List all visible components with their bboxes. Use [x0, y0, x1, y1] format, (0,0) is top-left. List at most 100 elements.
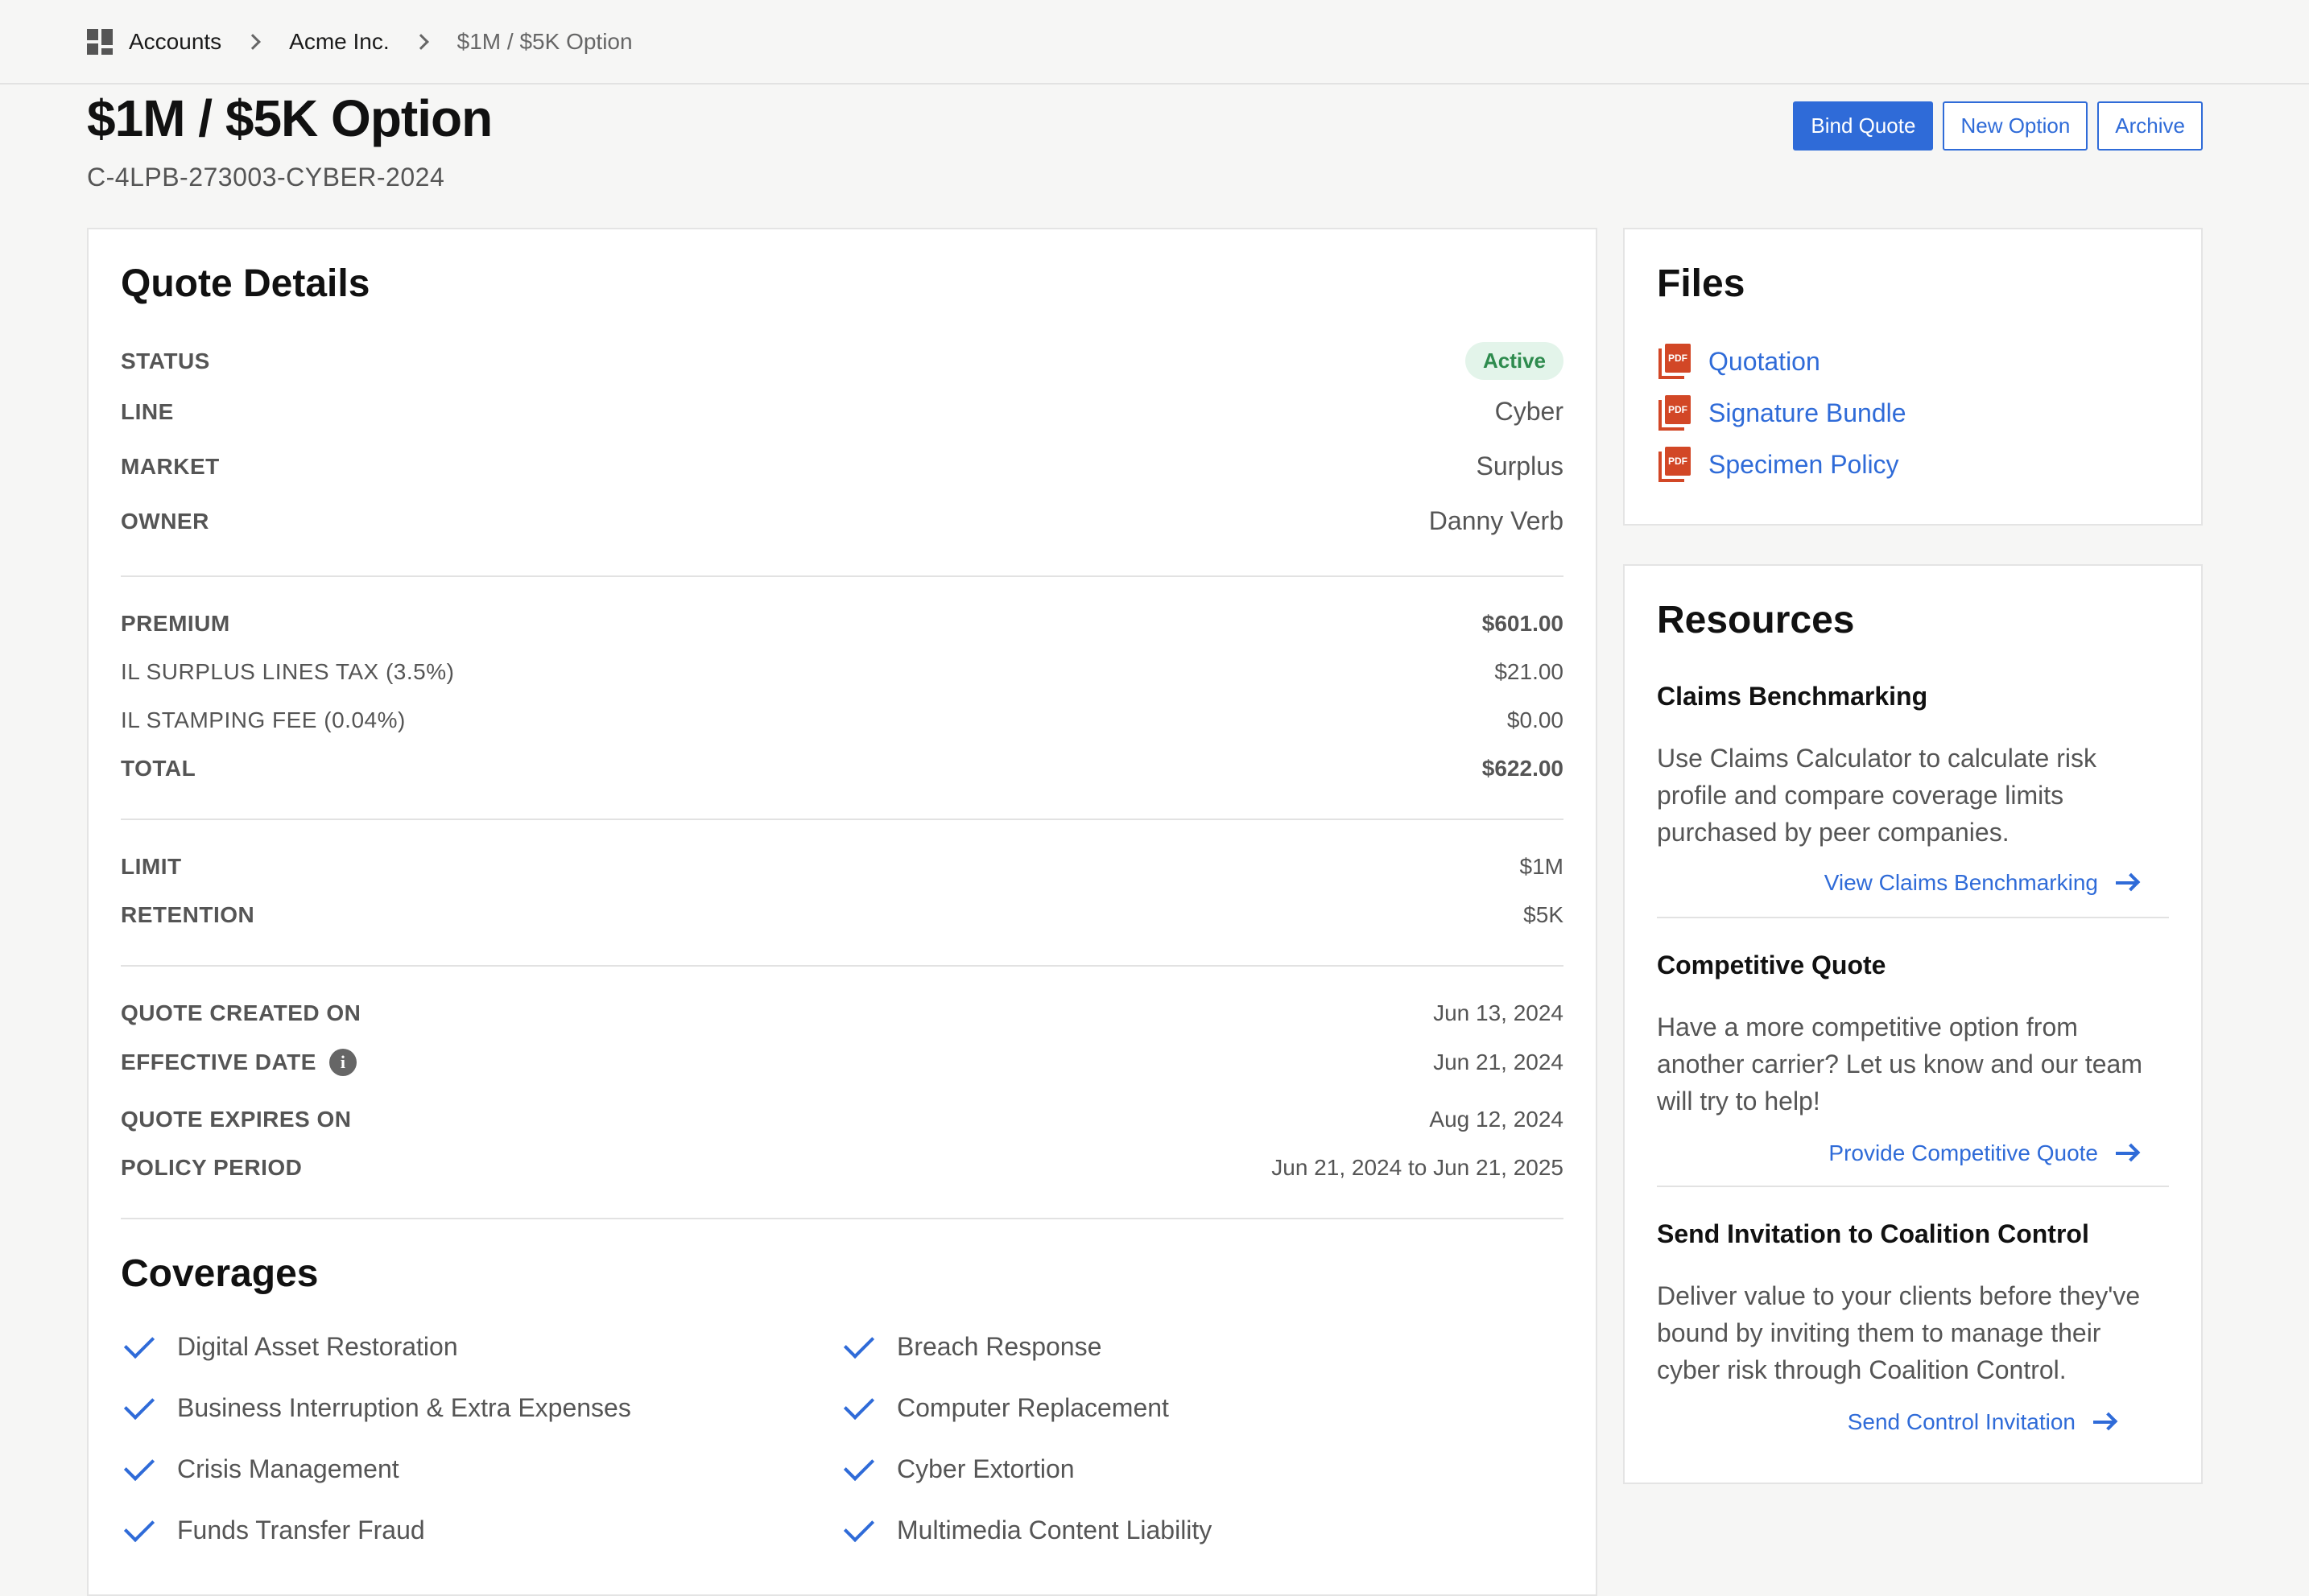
- divider: [121, 1218, 1563, 1219]
- file-link-quotation[interactable]: PDF Quotation: [1658, 344, 1820, 379]
- breadcrumb-accounts[interactable]: Accounts: [129, 29, 221, 55]
- top-bar: Accounts Acme Inc. $1M / $5K Option: [0, 0, 2309, 85]
- chevron-right-icon: [245, 34, 262, 50]
- retention-label: RETENTION: [121, 902, 255, 927]
- coverage-label: Computer Replacement: [897, 1393, 1169, 1422]
- check-icon: [123, 1450, 155, 1481]
- file-link-specimen-policy[interactable]: PDF Specimen Policy: [1658, 447, 1899, 482]
- check-icon: [123, 1511, 155, 1542]
- premium-row: PREMIUM $601.00: [121, 611, 1563, 637]
- coverage-item: Computer Replacement: [843, 1388, 1169, 1423]
- period-label: POLICY PERIOD: [121, 1155, 303, 1180]
- coalition-control-heading: Send Invitation to Coalition Control: [1657, 1219, 2089, 1248]
- arrow-right-icon: [2116, 872, 2141, 893]
- view-claims-benchmarking-link[interactable]: View Claims Benchmarking: [1824, 870, 2141, 896]
- files-card: Files PDF Quotation PDF Signature Bundle…: [1623, 228, 2203, 526]
- arrow-right-icon: [2116, 1143, 2141, 1163]
- fee-label: IL STAMPING FEE (0.04%): [121, 707, 406, 732]
- check-icon: [843, 1450, 875, 1481]
- market-label: MARKET: [121, 453, 220, 479]
- limit-value: $1M: [1519, 854, 1563, 879]
- new-option-button[interactable]: New Option: [1943, 101, 2088, 151]
- coverage-label: Cyber Extortion: [897, 1454, 1075, 1483]
- tax-value: $21.00: [1494, 659, 1563, 684]
- status-row: STATUS Active: [121, 342, 1563, 380]
- link-label[interactable]: Provide Competitive Quote: [1828, 1140, 2098, 1166]
- pdf-icon: PDF: [1658, 395, 1691, 431]
- file-label[interactable]: Specimen Policy: [1708, 450, 1899, 480]
- coverages-title: Coverages: [121, 1252, 319, 1295]
- line-value: Cyber: [1494, 397, 1563, 426]
- link-label[interactable]: View Claims Benchmarking: [1824, 870, 2098, 896]
- divider: [121, 965, 1563, 967]
- market-value: Surplus: [1476, 452, 1564, 480]
- file-label[interactable]: Quotation: [1708, 347, 1820, 377]
- coverage-item: Digital Asset Restoration: [123, 1327, 458, 1362]
- check-icon: [123, 1388, 155, 1420]
- market-row: MARKET Surplus: [121, 452, 1563, 481]
- effective-value: Jun 21, 2024: [1433, 1050, 1563, 1074]
- archive-button[interactable]: Archive: [2097, 101, 2203, 151]
- coverage-label: Digital Asset Restoration: [177, 1332, 458, 1361]
- total-value: $622.00: [1481, 756, 1563, 781]
- owner-row: OWNER Danny Verb: [121, 506, 1563, 536]
- coverage-item: Multimedia Content Liability: [843, 1511, 1212, 1545]
- resources-card: Resources Claims Benchmarking Use Claims…: [1623, 564, 2203, 1484]
- premium-label: PREMIUM: [121, 611, 230, 636]
- breadcrumb: Accounts Acme Inc. $1M / $5K Option: [87, 24, 633, 60]
- header-actions: Bind Quote New Option Archive: [1793, 101, 2203, 151]
- send-control-invitation-link[interactable]: Send Control Invitation: [1848, 1409, 2118, 1435]
- breadcrumb-account[interactable]: Acme Inc.: [289, 29, 389, 55]
- resources-title: Resources: [1657, 599, 1855, 641]
- expires-label: QUOTE EXPIRES ON: [121, 1107, 352, 1132]
- effective-label-group: EFFECTIVE DATE i: [121, 1049, 357, 1076]
- claims-benchmarking-heading: Claims Benchmarking: [1657, 682, 1928, 711]
- coverage-item: Funds Transfer Fraud: [123, 1511, 425, 1545]
- period-value: Jun 21, 2024 to Jun 21, 2025: [1271, 1155, 1563, 1180]
- provide-competitive-quote-link[interactable]: Provide Competitive Quote: [1828, 1140, 2141, 1166]
- check-icon: [843, 1511, 875, 1542]
- expires-value: Aug 12, 2024: [1429, 1107, 1563, 1132]
- premium-value: $601.00: [1481, 611, 1563, 636]
- period-row: POLICY PERIOD Jun 21, 2024 to Jun 21, 20…: [121, 1155, 1563, 1181]
- divider: [121, 819, 1563, 820]
- chevron-right-icon: [412, 34, 429, 50]
- owner-value: Danny Verb: [1428, 506, 1563, 535]
- link-label[interactable]: Send Control Invitation: [1848, 1409, 2076, 1435]
- created-row: QUOTE CREATED ON Jun 13, 2024: [121, 1000, 1563, 1026]
- tax-label: IL SURPLUS LINES TAX (3.5%): [121, 659, 455, 684]
- coverage-item: Crisis Management: [123, 1450, 399, 1484]
- divider: [1657, 1186, 2169, 1187]
- file-label[interactable]: Signature Bundle: [1708, 398, 1906, 428]
- pdf-icon: PDF: [1658, 344, 1691, 379]
- limit-label: LIMIT: [121, 854, 182, 879]
- effective-row: EFFECTIVE DATE i Jun 21, 2024: [121, 1049, 1563, 1076]
- pdf-icon: PDF: [1658, 447, 1691, 482]
- divider: [1657, 917, 2169, 918]
- grid-icon[interactable]: [87, 29, 113, 55]
- arrow-right-icon: [2093, 1412, 2118, 1432]
- check-icon: [123, 1327, 155, 1359]
- file-link-signature-bundle[interactable]: PDF Signature Bundle: [1658, 395, 1906, 431]
- coverage-label: Funds Transfer Fraud: [177, 1516, 425, 1544]
- fee-value: $0.00: [1506, 707, 1563, 732]
- total-label: TOTAL: [121, 756, 196, 781]
- competitive-quote-heading: Competitive Quote: [1657, 951, 1886, 979]
- owner-label: OWNER: [121, 508, 209, 534]
- coverage-label: Business Interruption & Extra Expenses: [177, 1393, 631, 1422]
- quote-details-card: Quote Details STATUS Active LINE Cyber M…: [87, 228, 1597, 1596]
- created-label: QUOTE CREATED ON: [121, 1000, 361, 1025]
- limit-row: LIMIT $1M: [121, 854, 1563, 880]
- files-title: Files: [1657, 262, 1745, 305]
- breadcrumb-current: $1M / $5K Option: [456, 29, 633, 54]
- check-icon: [843, 1327, 875, 1359]
- info-icon[interactable]: i: [328, 1049, 357, 1076]
- coverage-item: Breach Response: [843, 1327, 1101, 1362]
- retention-row: RETENTION $5K: [121, 902, 1563, 928]
- check-icon: [843, 1388, 875, 1420]
- bind-quote-button[interactable]: Bind Quote: [1793, 101, 1934, 151]
- page-title: $1M / $5K Option: [87, 89, 493, 147]
- coalition-control-text: Deliver value to your clients before the…: [1657, 1281, 2141, 1384]
- divider: [121, 575, 1563, 577]
- effective-label: EFFECTIVE DATE: [121, 1050, 316, 1074]
